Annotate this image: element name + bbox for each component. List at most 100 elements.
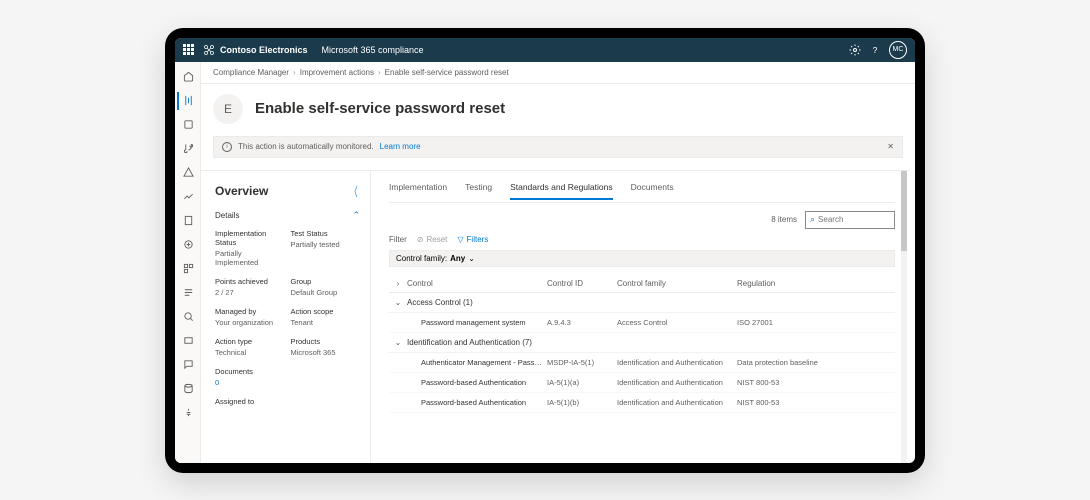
nav-reports-icon[interactable] (177, 188, 199, 206)
overview-title: Overview (215, 184, 268, 198)
chevron-right-icon: › (293, 68, 296, 77)
scroll-thumb[interactable] (901, 171, 907, 251)
action-type-value: Technical (215, 348, 285, 357)
col-control[interactable]: Control (407, 279, 547, 288)
info-banner: i This action is automatically monitored… (213, 136, 903, 158)
search-input[interactable]: ⌕ (805, 211, 895, 229)
points-label: Points achieved (215, 277, 285, 286)
documents-label: Documents (215, 367, 285, 376)
col-control-id[interactable]: Control ID (547, 279, 617, 288)
cell-control: Password-based Authentication (407, 398, 547, 407)
nav-catalog-icon[interactable] (177, 284, 199, 302)
search-field[interactable] (818, 215, 890, 224)
control-family-pill[interactable]: Control family: Any ⌄ (389, 250, 895, 267)
reset-filter-button[interactable]: ⊘ Reset (417, 235, 448, 244)
chevron-up-icon[interactable]: ⌃ (352, 210, 360, 221)
tab-testing[interactable]: Testing (465, 182, 492, 198)
cell-control-id: IA-5(1)(a) (547, 378, 617, 387)
documents-value[interactable]: 0 (215, 378, 285, 387)
breadcrumb-current: Enable self-service password reset (385, 68, 509, 77)
page-initial-badge: E (213, 94, 243, 124)
nav-compliance-icon[interactable] (177, 92, 199, 110)
cell-regulation: NIST 800-53 (737, 398, 895, 407)
item-count: 8 items (771, 215, 797, 224)
chevron-down-icon[interactable]: ⌄ (389, 298, 407, 307)
group-header[interactable]: ⌄ Identification and Authentication (7) (389, 333, 895, 353)
nav-data-icon[interactable] (177, 116, 199, 134)
nav-permissions-icon[interactable] (177, 236, 199, 254)
table-row[interactable]: Password-based Authentication IA-5(1)(b)… (389, 393, 895, 413)
banner-learn-more-link[interactable]: Learn more (380, 142, 421, 151)
collapse-pane-icon[interactable]: 〈 (350, 183, 357, 200)
products-label: Products (291, 337, 361, 346)
user-avatar[interactable]: MC (889, 41, 907, 59)
page-header: E Enable self-service password reset (201, 84, 915, 136)
cell-control-family: Identification and Authentication (617, 378, 737, 387)
impl-status-label: Implementation Status (215, 229, 285, 247)
cell-regulation: ISO 27001 (737, 318, 895, 327)
chevron-down-icon[interactable]: ⌄ (389, 338, 407, 347)
action-scope-label: Action scope (291, 307, 361, 316)
org-name: Contoso Electronics (220, 45, 308, 55)
reset-icon: ⊘ (417, 235, 424, 244)
cell-control-family: Identification and Authentication (617, 358, 737, 367)
org-logo-icon (203, 44, 215, 56)
managed-by-value: Your organization (215, 318, 285, 327)
table-row[interactable]: Password management system A.9.4.3 Acces… (389, 313, 895, 333)
managed-by-label: Managed by (215, 307, 285, 316)
cell-control-id: A.9.4.3 (547, 318, 617, 327)
action-type-label: Action type (215, 337, 285, 346)
nav-data-class-icon[interactable] (177, 380, 199, 398)
nav-more-icon[interactable] (177, 404, 199, 422)
funnel-icon: ▽ (457, 235, 463, 244)
chevron-right-icon: › (378, 68, 381, 77)
test-status-value: Partially tested (291, 240, 361, 249)
col-control-family[interactable]: Control family (617, 279, 737, 288)
cell-regulation: NIST 800-53 (737, 378, 895, 387)
settings-icon[interactable] (845, 40, 865, 60)
scrollbar[interactable] (901, 171, 907, 463)
page-title: Enable self-service password reset (255, 100, 505, 117)
close-icon[interactable]: ✕ (887, 142, 894, 151)
breadcrumb-item[interactable]: Improvement actions (300, 68, 374, 77)
col-regulation[interactable]: Regulation (737, 279, 895, 288)
points-value: 2 / 27 (215, 288, 285, 297)
app-launcher-icon[interactable] (183, 44, 195, 56)
info-icon: i (222, 142, 232, 152)
table-header: › Control Control ID Control family Regu… (389, 275, 895, 293)
filters-button[interactable]: ▽ Filters (457, 235, 488, 244)
detail-pane: Implementation Testing Standards and Reg… (371, 171, 909, 463)
product-name: Microsoft 365 compliance (322, 45, 424, 55)
search-icon: ⌕ (810, 214, 815, 225)
nav-audit-icon[interactable] (177, 308, 199, 326)
group-header[interactable]: ⌄ Access Control (1) (389, 293, 895, 313)
top-bar: Contoso Electronics Microsoft 365 compli… (175, 38, 915, 62)
products-value: Microsoft 365 (291, 348, 361, 357)
table-row[interactable]: Password-based Authentication IA-5(1)(a)… (389, 373, 895, 393)
cell-control: Password-based Authentication (407, 378, 547, 387)
tabs: Implementation Testing Standards and Reg… (389, 179, 895, 203)
banner-text: This action is automatically monitored. (238, 142, 374, 151)
nav-solutions-icon[interactable] (177, 260, 199, 278)
assigned-to-label: Assigned to (215, 397, 285, 406)
cell-regulation: Data protection baseline (737, 358, 895, 367)
help-icon[interactable]: ? (865, 40, 885, 60)
nav-home-icon[interactable] (177, 68, 199, 86)
cell-control-family: Access Control (617, 318, 737, 327)
details-section-label: Details (215, 211, 239, 220)
tab-standards[interactable]: Standards and Regulations (510, 182, 613, 200)
tab-documents[interactable]: Documents (631, 182, 674, 198)
nav-comm-icon[interactable] (177, 356, 199, 374)
nav-branch-icon[interactable] (177, 140, 199, 158)
breadcrumb-item[interactable]: Compliance Manager (213, 68, 289, 77)
group-value: Default Group (291, 288, 361, 297)
nav-policies-icon[interactable] (177, 212, 199, 230)
expand-all-icon[interactable]: › (389, 279, 407, 288)
tab-implementation[interactable]: Implementation (389, 182, 447, 198)
cell-control-id: IA-5(1)(b) (547, 398, 617, 407)
nav-alerts-icon[interactable] (177, 164, 199, 182)
test-status-label: Test Status (291, 229, 361, 238)
group-label: Group (291, 277, 361, 286)
table-row[interactable]: Authenticator Management - Password-bas…… (389, 353, 895, 373)
nav-content-icon[interactable] (177, 332, 199, 350)
